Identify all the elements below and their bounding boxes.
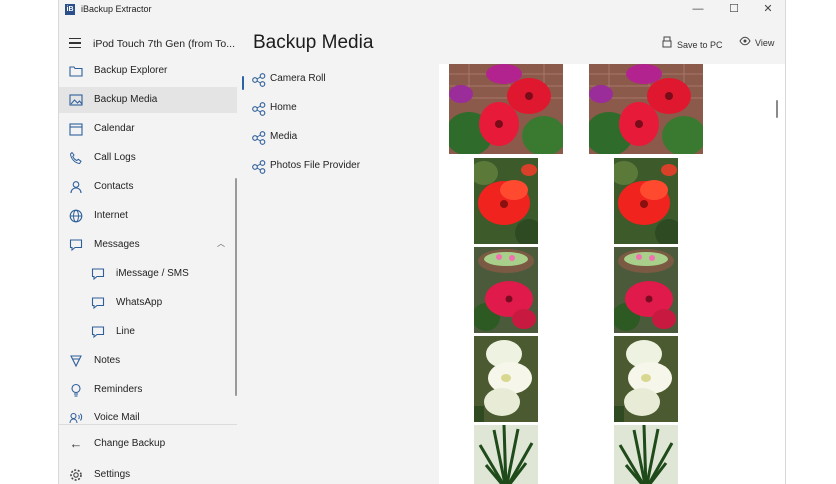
page-title: Backup Media bbox=[253, 32, 374, 53]
save-to-pc-label: Save to PC bbox=[677, 40, 723, 50]
folder-label: Home bbox=[270, 102, 297, 113]
device-selector[interactable]: iPod Touch 7th Gen (from To... bbox=[59, 32, 239, 58]
share-node-icon bbox=[251, 130, 267, 146]
sidebar-item-notes[interactable]: Notes bbox=[59, 348, 237, 374]
sidebar-item-contacts[interactable]: Contacts bbox=[59, 174, 237, 200]
sidebar-divider bbox=[59, 424, 237, 425]
chat-icon bbox=[69, 238, 83, 252]
settings-button[interactable]: Settings bbox=[59, 462, 237, 484]
close-button[interactable]: ✕ bbox=[759, 2, 777, 16]
sidebar-item-label: Reminders bbox=[94, 384, 143, 395]
sidebar-item-call-logs[interactable]: Call Logs bbox=[59, 145, 237, 171]
chat-icon bbox=[91, 325, 105, 339]
change-backup-button[interactable]: ← Change Backup bbox=[59, 431, 237, 457]
media-thumbnail[interactable] bbox=[474, 158, 538, 244]
chat-icon bbox=[91, 267, 105, 281]
main-content: Backup Media Save to PC View Camera Roll bbox=[239, 20, 785, 484]
sidebar-item-imessage-sms[interactable]: iMessage / SMS bbox=[59, 261, 237, 287]
sidebar-item-internet[interactable]: Internet bbox=[59, 203, 237, 229]
window-title: iBackup Extractor bbox=[81, 4, 152, 14]
sidebar-item-label: Internet bbox=[94, 210, 128, 221]
media-thumbnail[interactable] bbox=[449, 64, 563, 154]
gear-icon bbox=[69, 468, 83, 482]
media-thumbnail[interactable] bbox=[614, 336, 678, 422]
sidebar-item-label: Backup Media bbox=[94, 94, 158, 105]
sidebar-item-label: iMessage / SMS bbox=[116, 268, 189, 279]
gallery-scrollbar[interactable] bbox=[776, 100, 778, 118]
arrow-left-icon: ← bbox=[69, 436, 83, 451]
sidebar-item-reminders[interactable]: Reminders bbox=[59, 377, 237, 403]
media-thumbnail[interactable] bbox=[589, 64, 703, 154]
share-node-icon bbox=[251, 159, 267, 175]
sidebar-item-voice-mail[interactable]: Voice Mail bbox=[59, 405, 237, 431]
sidebar-item-calendar[interactable]: Calendar bbox=[59, 116, 237, 142]
notes-icon bbox=[69, 354, 83, 368]
sidebar-item-label: Contacts bbox=[94, 181, 134, 192]
sidebar-item-label: WhatsApp bbox=[116, 297, 163, 308]
sidebar-item-label: Notes bbox=[94, 355, 121, 366]
media-thumbnail[interactable] bbox=[614, 425, 678, 484]
app-logo-icon: iB bbox=[65, 4, 75, 15]
hamburger-menu-icon[interactable] bbox=[69, 38, 81, 49]
share-node-icon bbox=[251, 72, 267, 88]
share-node-icon bbox=[251, 101, 267, 117]
globe-icon bbox=[69, 209, 83, 223]
chevron-up-icon[interactable]: ︿ bbox=[217, 238, 225, 249]
app-window: iB iBackup Extractor — ☐ ✕ iPod Touch 7t… bbox=[58, 0, 786, 484]
sidebar-item-label: Voice Mail bbox=[94, 412, 140, 423]
sidebar-item-messages[interactable]: Messages ︿ bbox=[59, 232, 237, 258]
view-label: View bbox=[755, 38, 775, 48]
sidebar-item-label: Messages bbox=[94, 239, 140, 250]
sidebar-item-label: Line bbox=[116, 326, 135, 337]
media-thumbnail[interactable] bbox=[474, 336, 538, 422]
folder-label: Photos File Provider bbox=[270, 160, 361, 171]
media-thumbnail[interactable] bbox=[474, 425, 538, 484]
sidebar-item-label: Backup Explorer bbox=[94, 65, 168, 76]
media-folder-list: Camera Roll Home Media Photos File Provi… bbox=[239, 64, 439, 484]
folder-icon bbox=[69, 64, 83, 78]
maximize-button[interactable]: ☐ bbox=[725, 2, 743, 16]
change-backup-label: Change Backup bbox=[94, 438, 166, 449]
sidebar-item-whatsapp[interactable]: WhatsApp bbox=[59, 290, 237, 316]
folder-media[interactable]: Media bbox=[249, 126, 439, 150]
sidebar-item-backup-media[interactable]: Backup Media bbox=[59, 87, 237, 113]
title-bar: iB iBackup Extractor — ☐ ✕ bbox=[59, 0, 785, 20]
sidebar-item-label: Call Logs bbox=[94, 152, 136, 163]
image-icon bbox=[69, 93, 83, 107]
settings-label: Settings bbox=[94, 469, 131, 480]
view-button[interactable]: View bbox=[739, 36, 774, 49]
folder-photos-file-provider[interactable]: Photos File Provider bbox=[249, 155, 439, 179]
sidebar: iPod Touch 7th Gen (from To... Backup Ex… bbox=[59, 20, 239, 484]
person-icon bbox=[69, 180, 83, 194]
phone-icon bbox=[69, 151, 83, 165]
media-thumbnail[interactable] bbox=[614, 247, 678, 333]
sidebar-scrollbar[interactable] bbox=[235, 178, 237, 396]
device-name: iPod Touch 7th Gen (from To... bbox=[93, 38, 236, 50]
calendar-icon bbox=[69, 122, 83, 136]
media-thumbnail[interactable] bbox=[614, 158, 678, 244]
folder-label: Media bbox=[270, 131, 298, 142]
folder-label: Camera Roll bbox=[270, 73, 326, 84]
folder-camera-roll[interactable]: Camera Roll bbox=[242, 68, 439, 92]
media-thumbnail-grid bbox=[439, 64, 785, 484]
sidebar-item-line[interactable]: Line bbox=[59, 319, 237, 345]
save-to-pc-button[interactable]: Save to PC bbox=[661, 36, 723, 51]
minimize-button[interactable]: — bbox=[689, 2, 707, 16]
chat-icon bbox=[91, 296, 105, 310]
media-thumbnail[interactable] bbox=[474, 247, 538, 333]
sidebar-item-label: Calendar bbox=[94, 123, 135, 134]
eye-icon bbox=[739, 36, 751, 49]
folder-home[interactable]: Home bbox=[249, 97, 439, 121]
sidebar-item-backup-explorer[interactable]: Backup Explorer bbox=[59, 58, 237, 84]
voicemail-icon bbox=[69, 411, 83, 425]
selection-indicator bbox=[242, 76, 244, 90]
usb-icon bbox=[661, 36, 673, 51]
bulb-icon bbox=[69, 383, 83, 397]
